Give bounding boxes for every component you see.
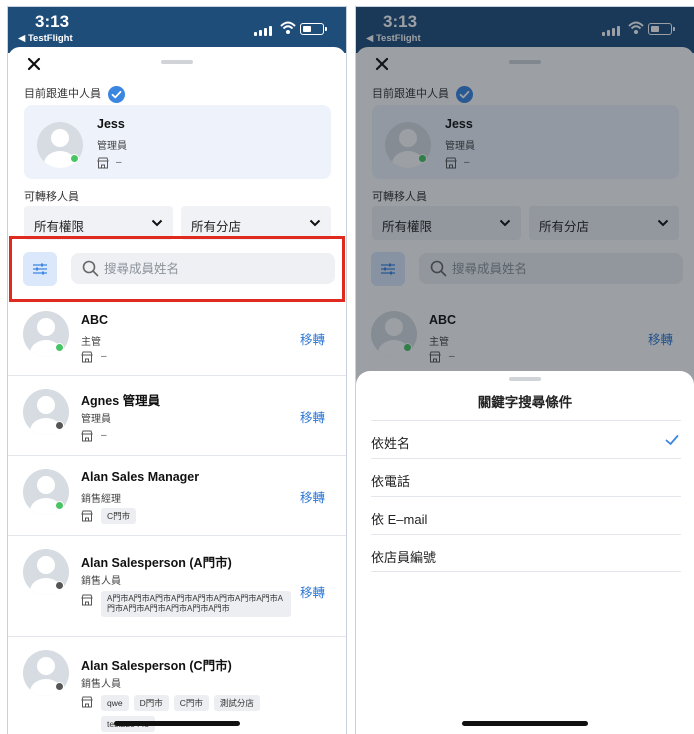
- permission-dropdown[interactable]: 所有權限: [24, 206, 173, 240]
- current-name: Jess: [97, 117, 125, 131]
- chevron-down-icon: [151, 219, 163, 227]
- member-row[interactable]: Agnes 管理員 管理員 – 移轉: [8, 377, 346, 456]
- option-by-staff-id[interactable]: 依店員編號: [371, 534, 681, 572]
- store-dropdown[interactable]: 所有分店: [181, 206, 331, 240]
- option-label: 依電話: [371, 474, 411, 489]
- option-by-phone[interactable]: 依電話: [371, 458, 681, 496]
- store-icon: [81, 510, 93, 522]
- chevron-down-icon: [309, 219, 321, 227]
- store-tag: 測試分店: [213, 695, 260, 711]
- search-criteria-sheet: 關鍵字搜尋條件 依姓名 依電話 依 E–mail 依店員編號: [356, 371, 694, 734]
- current-section-label: 目前跟進中人員: [24, 88, 101, 100]
- store-tags: C門市: [101, 508, 301, 524]
- member-name: Agnes 管理員: [81, 394, 161, 408]
- home-indicator: [114, 721, 240, 726]
- transfer-button[interactable]: 移轉: [300, 487, 325, 506]
- current-store: –: [116, 157, 122, 168]
- permission-dropdown-value: 所有權限: [34, 220, 85, 234]
- transfer-section-label: 可轉移人員: [24, 191, 79, 203]
- transfer-button[interactable]: 移轉: [300, 582, 325, 601]
- store-tag: C門市: [173, 695, 209, 711]
- wifi-icon: [280, 21, 296, 34]
- store-dropdown-value: 所有分店: [191, 220, 242, 234]
- phone-left: 3:13 ◀ TestFlight 目前跟進中人員 Jess 管理員 – 可轉移…: [7, 6, 347, 734]
- transfer-button[interactable]: 移轉: [300, 329, 325, 348]
- offline-status-dot: [55, 421, 64, 430]
- member-role: 銷售人員: [81, 576, 121, 587]
- member-name: Alan Salesperson (A門市): [81, 556, 232, 570]
- store-icon: [81, 351, 93, 363]
- close-icon[interactable]: [25, 55, 43, 73]
- option-label: 依 E–mail: [371, 512, 428, 527]
- member-role: 銷售經理: [81, 494, 121, 505]
- member-name: Alan Sales Manager: [81, 470, 200, 484]
- offline-status-dot: [55, 682, 64, 691]
- member-role: 主管: [81, 337, 101, 348]
- current-role: 管理員: [97, 141, 127, 152]
- filter-button[interactable]: [23, 252, 57, 286]
- signal-icon: [254, 26, 272, 36]
- option-label: 依店員編號: [371, 550, 437, 565]
- transfer-button[interactable]: 移轉: [300, 407, 325, 426]
- store-tag: D門市: [133, 695, 169, 711]
- phone-right: 3:13 ◀ TestFlight 目前跟進中人員 Jess 管理員 – 可轉移…: [355, 6, 694, 734]
- online-status-dot: [70, 154, 79, 163]
- member-row[interactable]: Alan Salesperson (C門市) 銷售人員 qwe D門市 C門市 …: [8, 638, 346, 734]
- store-icon: [81, 696, 93, 708]
- offline-status-dot: [55, 581, 64, 590]
- search-icon: [82, 260, 99, 277]
- store-tag: C門市: [101, 508, 137, 524]
- current-member-card: Jess 管理員 –: [24, 105, 331, 179]
- member-store: –: [101, 351, 107, 362]
- member-row[interactable]: Alan Sales Manager 銷售經理 C門市 移轉: [8, 457, 346, 536]
- store-icon: [81, 594, 93, 606]
- member-name: Alan Salesperson (C門市): [81, 659, 232, 673]
- online-status-dot: [55, 343, 64, 352]
- store-tag: A門市A門市A門市A門市A門市A門市A門市A門市A門市A門市A門市A門市A門市A…: [101, 591, 291, 617]
- verified-check-icon: [108, 85, 126, 103]
- store-tags: qwe D門市 C門市 測試分店 test223445: [101, 695, 301, 732]
- sheet-handle[interactable]: [161, 60, 193, 64]
- search-field[interactable]: [71, 253, 335, 284]
- current-section: 目前跟進中人員: [24, 85, 126, 103]
- option-label: 依姓名: [371, 436, 411, 451]
- option-by-name[interactable]: 依姓名: [371, 420, 681, 458]
- option-by-email[interactable]: 依 E–mail: [371, 496, 681, 534]
- member-row[interactable]: ABC 主管 – 移轉: [8, 304, 346, 376]
- search-input[interactable]: [104, 258, 324, 279]
- member-role: 銷售人員: [81, 679, 121, 690]
- member-row[interactable]: Alan Salesperson (A門市) 銷售人員 A門市A門市A門市A門市…: [8, 537, 346, 637]
- back-to-testflight[interactable]: ◀ TestFlight: [18, 33, 73, 44]
- status-time: 3:13: [35, 12, 70, 31]
- sliders-icon: [33, 263, 47, 275]
- online-status-dot: [55, 501, 64, 510]
- member-role: 管理員: [81, 414, 111, 425]
- store-tag: qwe: [101, 695, 129, 711]
- member-store: –: [101, 430, 107, 441]
- sheet-title: 關鍵字搜尋條件: [477, 395, 573, 410]
- home-indicator: [462, 721, 588, 726]
- checkmark-icon: [665, 435, 679, 445]
- battery-icon: [300, 23, 327, 35]
- sheet-handle[interactable]: [509, 377, 541, 381]
- store-tags: A門市A門市A門市A門市A門市A門市A門市A門市A門市A門市A門市A門市A門市A…: [101, 591, 301, 617]
- member-name: ABC: [81, 313, 109, 327]
- store-icon: [81, 430, 93, 442]
- store-icon: [97, 157, 109, 169]
